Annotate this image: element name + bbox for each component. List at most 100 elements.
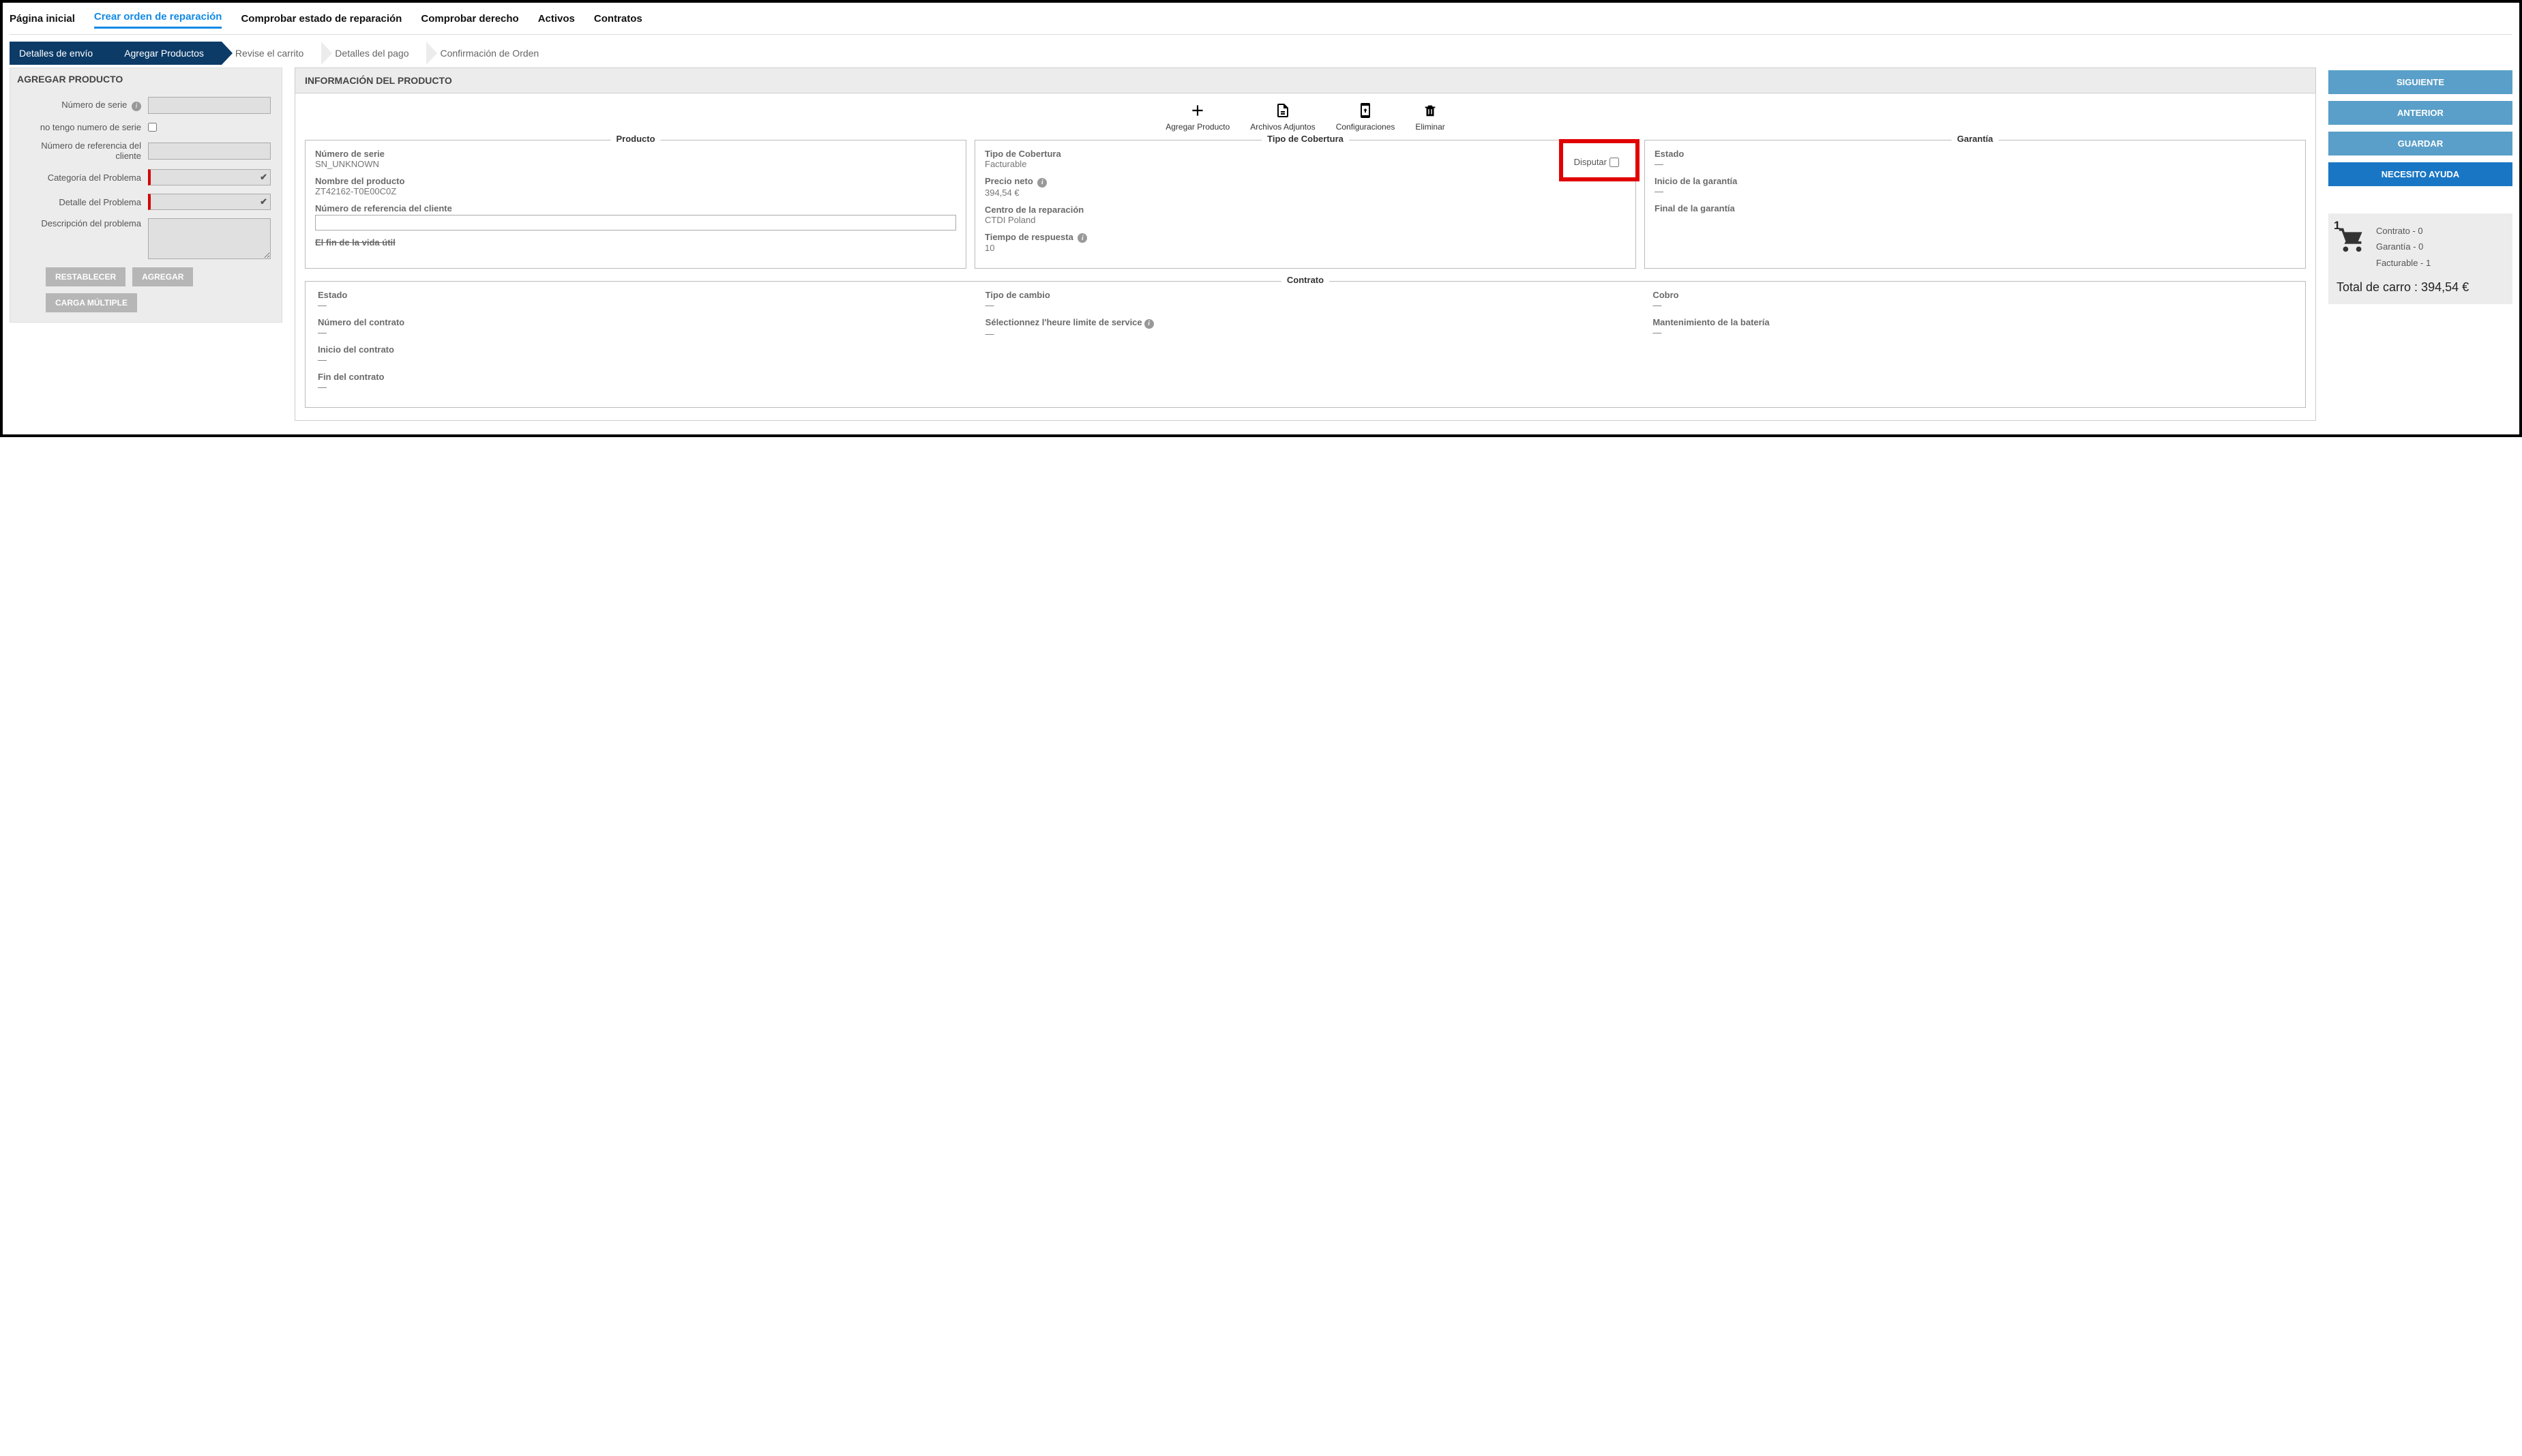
file-icon — [1275, 102, 1291, 119]
save-button[interactable]: GUARDAR — [2328, 132, 2512, 155]
warranty-status-lbl: Estado — [1655, 149, 2296, 159]
contract-status-lbl: Estado — [318, 290, 958, 300]
add-button[interactable]: AGREGAR — [132, 267, 193, 286]
contract-charge-val: — — [1652, 300, 2293, 310]
product-info-title: INFORMACIÓN DEL PRODUCTO — [295, 68, 2315, 93]
next-button[interactable]: SIGUIENTE — [2328, 70, 2512, 94]
product-info-panel: INFORMACIÓN DEL PRODUCTO Agregar Product… — [295, 68, 2316, 421]
info-icon[interactable]: i — [132, 102, 141, 111]
main-tabs: Página inicial Crear orden de reparación… — [10, 5, 2512, 35]
no-serial-checkbox[interactable] — [148, 123, 157, 132]
problem-category-select[interactable]: ✔ — [148, 169, 271, 185]
problem-detail-select[interactable]: ✔ — [148, 194, 271, 210]
tat-lbl: Tiempo de respuesta i — [985, 232, 1626, 243]
product-legend: Producto — [610, 134, 660, 144]
add-product-title: AGREGAR PRODUCTO — [10, 68, 282, 90]
cart-total: Total de carro : 394,54 € — [2336, 280, 2504, 295]
info-icon[interactable]: i — [1037, 178, 1047, 188]
wizard-steps: Detalles de envío Agregar Productos Revi… — [10, 42, 2512, 65]
warranty-start-lbl: Inicio de la garantía — [1655, 176, 2296, 186]
coverage-fieldset: Tipo de Cobertura Tipo de Cobertura Fact… — [975, 140, 1636, 269]
action-delete[interactable]: Eliminar — [1415, 102, 1444, 132]
tab-contracts[interactable]: Contratos — [594, 13, 642, 29]
step-payment-details[interactable]: Detalles del pago — [314, 42, 426, 65]
plus-icon — [1189, 102, 1206, 119]
cust-ref-input[interactable] — [148, 143, 271, 160]
contract-battery-lbl: Mantenimiento de la batería — [1652, 317, 2293, 327]
step-add-products[interactable]: Agregar Productos — [104, 42, 222, 65]
cart-line-billable: Facturable - 1 — [2376, 255, 2431, 271]
dispute-label: Disputar — [1574, 157, 1607, 167]
step-shipping-details[interactable]: Detalles de envío — [10, 42, 110, 65]
action-configurations[interactable]: Configuraciones — [1336, 102, 1395, 132]
warranty-end-lbl: Final de la garantía — [1655, 203, 2296, 213]
problem-desc-label: Descripción del problema — [18, 218, 148, 228]
serial-lbl: Número de serie — [315, 149, 956, 159]
contract-cutoff-lbl: Sélectionnez l'heure limite de servicei — [985, 317, 1626, 329]
cart-summary: 1 Contrato - 0 Garantía - 0 Facturable -… — [2328, 213, 2512, 304]
right-sidebar: SIGUIENTE ANTERIOR GUARDAR NECESITO AYUD… — [2328, 68, 2512, 304]
coverage-type-val: Facturable — [985, 159, 1626, 169]
serial-input[interactable] — [148, 97, 271, 114]
coverage-legend: Tipo de Cobertura — [1262, 134, 1349, 144]
add-product-panel: AGREGAR PRODUCTO Número de serie i no te… — [10, 68, 282, 323]
cart-count: 1 — [2334, 219, 2340, 233]
bulk-load-button[interactable]: CARGA MÚLTIPLE — [46, 293, 137, 312]
action-attachments[interactable]: Archivos Adjuntos — [1250, 102, 1315, 132]
contract-legend: Contrato — [1281, 275, 1329, 285]
info-icon[interactable]: i — [1078, 233, 1087, 243]
cust-ref-field[interactable] — [315, 215, 956, 231]
settings-phone-icon — [1357, 102, 1374, 119]
trash-icon — [1423, 102, 1438, 119]
contract-status-val: — — [318, 300, 958, 310]
product-name-lbl: Nombre del producto — [315, 176, 956, 186]
serial-label: Número de serie i — [18, 100, 148, 111]
problem-category-label: Categoría del Problema — [18, 173, 148, 183]
tab-assets[interactable]: Activos — [538, 13, 575, 29]
no-serial-label: no tengo numero de serie — [18, 122, 148, 132]
contract-charge-lbl: Cobro — [1652, 290, 2293, 300]
contract-fieldset: Contrato Estado— Número del contrato— In… — [305, 281, 2306, 408]
contract-exchange-lbl: Tipo de cambio — [985, 290, 1626, 300]
contract-battery-val: — — [1652, 327, 2293, 338]
contract-start-lbl: Inicio del contrato — [318, 344, 958, 355]
serial-val: SN_UNKNOWN — [315, 159, 956, 169]
tab-home[interactable]: Página inicial — [10, 13, 75, 29]
cust-ref-lbl: Número de referencia del cliente — [315, 203, 956, 213]
warranty-legend: Garantía — [1952, 134, 1999, 144]
step-review-cart[interactable]: Revise el carrito — [215, 42, 321, 65]
problem-desc-textarea[interactable] — [148, 218, 271, 259]
contract-exchange-val: — — [985, 300, 1626, 310]
cart-icon — [2336, 223, 2368, 254]
eol-lbl: El fin de la vida útil — [315, 237, 956, 248]
warranty-fieldset: Garantía Estado— Inicio de la garantía— … — [1644, 140, 2306, 269]
contract-num-lbl: Número del contrato — [318, 317, 958, 327]
tab-check-entitlement[interactable]: Comprobar derecho — [421, 13, 518, 29]
cust-ref-label: Número de referencia del cliente — [18, 140, 148, 161]
product-name-val: ZT42162-T0E00C0Z — [315, 186, 956, 196]
tat-val: 10 — [985, 243, 1626, 253]
step-confirmation[interactable]: Confirmación de Orden — [419, 42, 557, 65]
previous-button[interactable]: ANTERIOR — [2328, 101, 2512, 125]
help-button[interactable]: NECESITO AYUDA — [2328, 162, 2512, 186]
contract-end-lbl: Fin del contrato — [318, 372, 958, 382]
warranty-start-val: — — [1655, 186, 2296, 196]
cart-line-warranty: Garantía - 0 — [2376, 239, 2431, 254]
contract-start-val: — — [318, 355, 958, 365]
info-icon[interactable]: i — [1144, 319, 1154, 329]
action-add-product[interactable]: Agregar Producto — [1166, 102, 1230, 132]
net-price-val: 394,54 € — [985, 188, 1626, 198]
cart-line-contract: Contrato - 0 — [2376, 223, 2431, 239]
product-fieldset: Producto Número de serieSN_UNKNOWN Nombr… — [305, 140, 966, 269]
dispute-checkbox[interactable] — [1609, 158, 1619, 167]
net-price-lbl: Precio neto i — [985, 176, 1626, 188]
contract-cutoff-val: — — [985, 329, 1626, 339]
tab-create-order[interactable]: Crear orden de reparación — [94, 11, 222, 29]
tab-check-status[interactable]: Comprobar estado de reparación — [241, 13, 402, 29]
contract-num-val: — — [318, 327, 958, 338]
repair-center-lbl: Centro de la reparación — [985, 205, 1626, 215]
reset-button[interactable]: RESTABLECER — [46, 267, 125, 286]
repair-center-val: CTDI Poland — [985, 215, 1626, 225]
warranty-status-val: — — [1655, 159, 2296, 169]
coverage-type-lbl: Tipo de Cobertura — [985, 149, 1626, 159]
